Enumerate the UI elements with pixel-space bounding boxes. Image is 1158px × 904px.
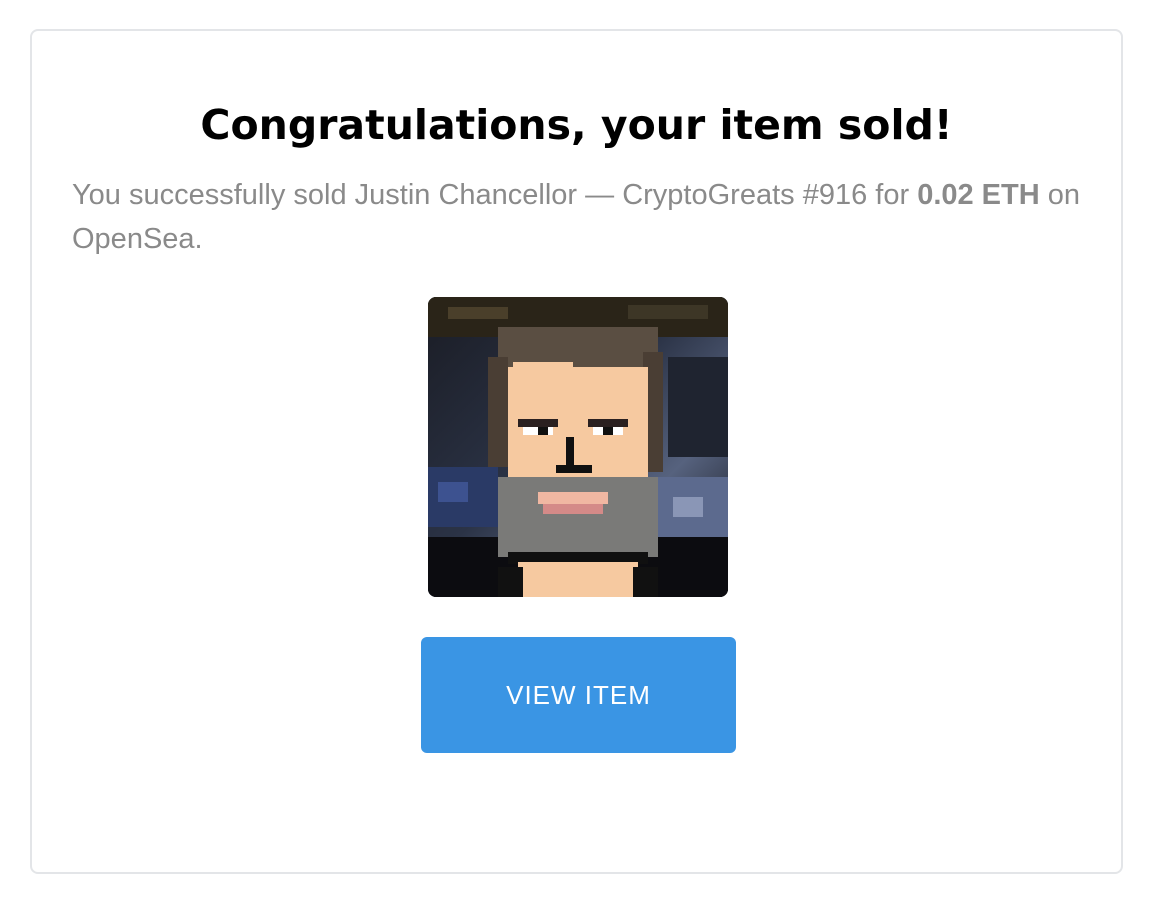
- item-name: Justin Chancellor — CryptoGreats #916: [354, 179, 868, 211]
- sale-notification-card: Congratulations, your item sold! You suc…: [30, 29, 1123, 874]
- nft-item-image: [428, 297, 728, 597]
- view-item-button[interactable]: VIEW ITEM: [421, 637, 736, 753]
- message-prefix: You successfully sold: [72, 179, 355, 211]
- message-for: for: [867, 179, 918, 211]
- pixel-portrait-image: [428, 297, 728, 597]
- page-title: Congratulations, your item sold!: [200, 101, 953, 149]
- sale-message: You successfully sold Justin Chancellor …: [72, 173, 1081, 261]
- sale-price: 0.02 ETH: [917, 179, 1040, 211]
